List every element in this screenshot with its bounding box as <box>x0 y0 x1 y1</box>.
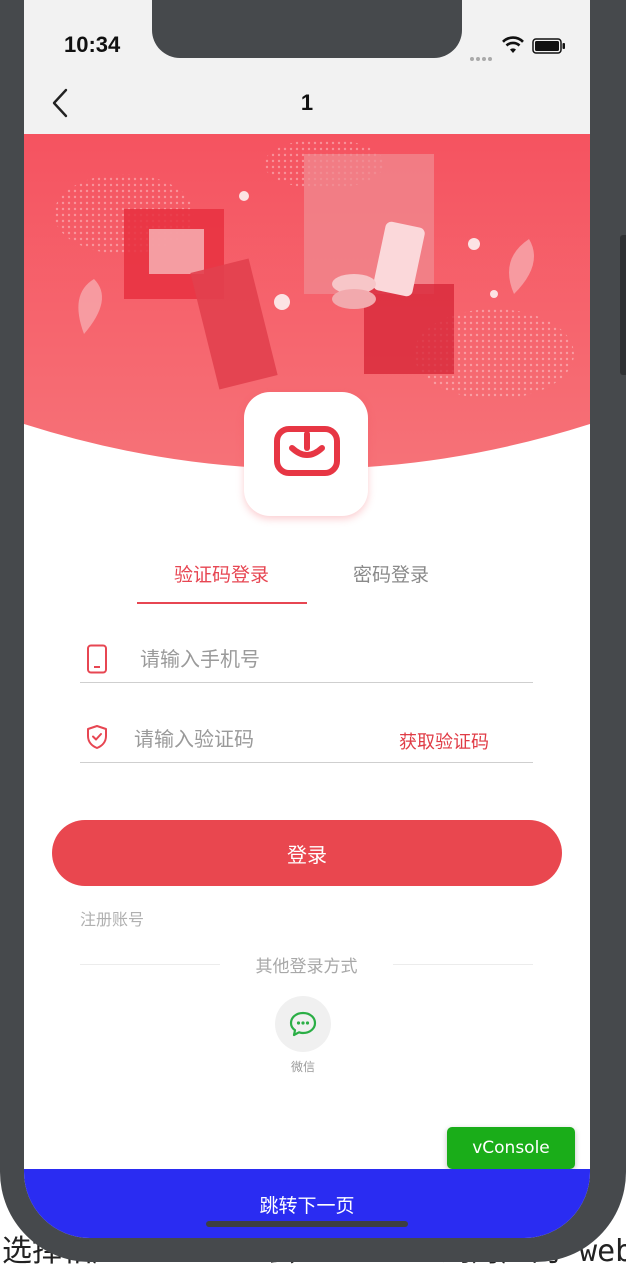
nav-bar: 1 <box>24 70 590 134</box>
home-indicator <box>206 1221 408 1227</box>
divider-line-right <box>393 964 533 965</box>
wifi-icon <box>502 36 524 53</box>
phone-icon <box>87 644 107 674</box>
app-logo <box>244 392 368 516</box>
notch <box>152 0 462 58</box>
tab-sms-login[interactable]: 验证码登录 <box>174 560 269 587</box>
vconsole-button[interactable]: vConsole <box>447 1127 575 1169</box>
battery-icon <box>532 38 565 54</box>
phone-screen: 10:34 1 验证码登录 密码登录 请输入手机号 请输入验证码 获取验证码 登… <box>24 0 590 1238</box>
code-field: 获取验证码 <box>80 718 533 763</box>
other-login-divider: 其他登录方式 <box>80 952 533 977</box>
next-page-label: 跳转下一页 <box>259 1195 355 1217</box>
login-button[interactable]: 登录 <box>52 820 562 886</box>
status-bar: 10:34 <box>24 0 590 70</box>
get-code-button[interactable]: 获取验证码 <box>399 728 489 754</box>
phone-input[interactable] <box>140 644 520 674</box>
page-title: 1 <box>300 90 314 115</box>
wechat-login-button[interactable] <box>275 996 331 1052</box>
login-tabs: 验证码登录 密码登录 <box>24 560 590 606</box>
phone-field <box>80 638 533 683</box>
app-logo-icon <box>274 426 340 476</box>
status-time: 10:34 <box>64 32 121 57</box>
code-input[interactable] <box>134 724 374 754</box>
register-link[interactable]: 注册账号 <box>80 906 144 930</box>
shield-check-icon <box>87 725 107 749</box>
signal-icon <box>470 46 494 61</box>
wechat-label: 微信 <box>290 1060 315 1074</box>
next-page-button[interactable]: 跳转下一页 <box>24 1169 590 1238</box>
tab-password-login[interactable]: 密码登录 <box>353 560 429 587</box>
phone-frame: 10:34 1 验证码登录 密码登录 请输入手机号 请输入验证码 获取验证码 登… <box>0 0 626 1262</box>
wechat-icon <box>289 1011 317 1037</box>
active-tab-indicator <box>137 602 307 604</box>
